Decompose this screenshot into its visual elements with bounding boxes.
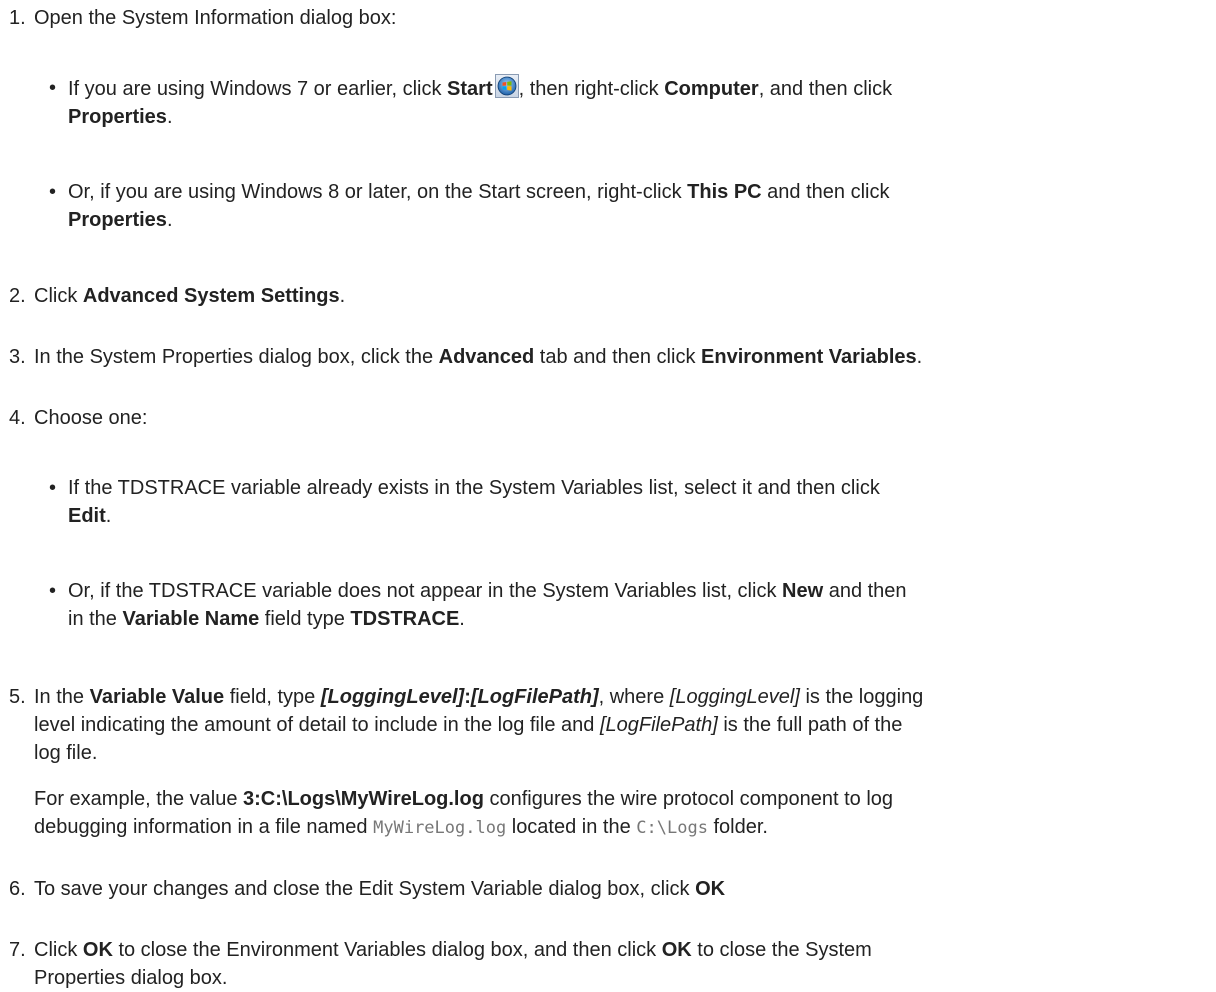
step-text: . bbox=[339, 285, 346, 307]
bullet-marker: • bbox=[49, 477, 57, 499]
step-number: 2. bbox=[9, 285, 26, 307]
bullet-text: If you are using Windows 7 or earlier, c… bbox=[68, 78, 448, 100]
bullet-text: and then click bbox=[761, 181, 890, 203]
advanced-system-settings-ui-term: Advanced System Settings bbox=[82, 285, 340, 307]
step-number: 7. bbox=[9, 939, 26, 961]
step-2: 2. Click Advanced System Settings. bbox=[9, 282, 1209, 310]
computer-ui-term: Computer bbox=[664, 78, 759, 100]
step-text: tab and then click bbox=[534, 346, 702, 368]
step-4: 4. Choose one: • If the TDSTRACE variabl… bbox=[9, 404, 1209, 633]
example-text: folder. bbox=[707, 816, 768, 838]
step-number: 4. bbox=[9, 407, 26, 429]
log-file-path-term: [LogFilePath] bbox=[599, 714, 718, 736]
example-text: configures the wire protocol component t… bbox=[483, 788, 894, 810]
bullet-text: , and then click bbox=[758, 78, 893, 100]
bullet-marker: • bbox=[49, 77, 57, 99]
new-ui-term: New bbox=[782, 580, 824, 602]
step-1: 1. Open the System Information dialog bo… bbox=[9, 4, 1209, 234]
variable-value-ui-term: Variable Value bbox=[89, 686, 225, 708]
step-text: Open the System Information dialog box: bbox=[34, 7, 397, 29]
example-text: debugging information in a file named bbox=[34, 816, 374, 838]
step-text: In the System Properties dialog box, cli… bbox=[34, 346, 439, 368]
bullet-text: , then right-click bbox=[518, 78, 665, 100]
example-value: 3:C:\Logs\MyWireLog.log bbox=[243, 788, 484, 810]
step-text: . bbox=[916, 346, 923, 368]
step-number: 6. bbox=[9, 878, 26, 900]
ok-ui-term: OK bbox=[82, 939, 113, 961]
bullet-list: • If you are using Windows 7 or earlier,… bbox=[34, 74, 1209, 234]
step-5: 5. In the Variable Value field, type [Lo… bbox=[9, 683, 1209, 842]
bullet-item-edit-existing: • If the TDSTRACE variable already exist… bbox=[34, 474, 1209, 530]
step-text: to close the Environment Variables dialo… bbox=[112, 939, 662, 961]
step-text: is the full path of the bbox=[717, 714, 903, 736]
edit-ui-term: Edit bbox=[68, 505, 106, 527]
windows-start-orb-icon bbox=[494, 74, 519, 98]
properties-ui-term: Properties bbox=[68, 209, 167, 231]
step-number: 1. bbox=[9, 7, 26, 29]
bullet-text: and then bbox=[823, 580, 907, 602]
step-text: Click bbox=[34, 939, 83, 961]
bullet-text: . bbox=[105, 505, 112, 527]
step-6: 6. To save your changes and close the Ed… bbox=[9, 875, 1209, 903]
step-text: to close the System bbox=[691, 939, 872, 961]
this-pc-ui-term: This PC bbox=[687, 181, 762, 203]
ok-ui-term: OK bbox=[695, 878, 726, 900]
step-3: 3. In the System Properties dialog box, … bbox=[9, 343, 1209, 371]
logging-level-placeholder: [LoggingLevel] bbox=[320, 686, 465, 708]
tdstrace-value: TDSTRACE bbox=[350, 608, 460, 630]
bullet-text: . bbox=[166, 209, 173, 231]
bullet-list: • If the TDSTRACE variable already exist… bbox=[34, 474, 1209, 633]
bullet-marker: • bbox=[49, 580, 57, 602]
bullet-text: Or, if the TDSTRACE variable does not ap… bbox=[68, 580, 783, 602]
step-number: 3. bbox=[9, 346, 26, 368]
separator-colon: : bbox=[464, 686, 471, 708]
bullet-text: Or, if you are using Windows 8 or later,… bbox=[68, 181, 688, 203]
step-text: log file. bbox=[34, 742, 98, 764]
step-text: Properties dialog box. bbox=[34, 967, 228, 989]
bullet-item-create-new: • Or, if the TDSTRACE variable does not … bbox=[34, 577, 1209, 633]
environment-variables-ui-term: Environment Variables bbox=[701, 346, 917, 368]
properties-ui-term: Properties bbox=[68, 106, 167, 128]
bullet-item-windows-8: • Or, if you are using Windows 8 or late… bbox=[34, 178, 1209, 234]
step-text: , where bbox=[598, 686, 670, 708]
bullet-item-windows-7: • If you are using Windows 7 or earlier,… bbox=[34, 74, 1209, 131]
steps-list: 1. Open the System Information dialog bo… bbox=[9, 4, 1209, 992]
instructions-document: 1. Open the System Information dialog bo… bbox=[0, 0, 1209, 992]
step-number: 5. bbox=[9, 686, 26, 708]
start-ui-term: Start bbox=[447, 78, 493, 100]
logging-level-term: [LoggingLevel] bbox=[669, 686, 800, 708]
step-text: Click bbox=[34, 285, 83, 307]
step-text: In the bbox=[34, 686, 90, 708]
bullet-text: . bbox=[459, 608, 465, 630]
bullet-text: . bbox=[166, 106, 173, 128]
step-7: 7. Click OK to close the Environment Var… bbox=[9, 936, 1209, 992]
step-text: level indicating the amount of detail to… bbox=[34, 714, 600, 736]
step-text: Choose one: bbox=[34, 407, 148, 429]
bullet-marker: • bbox=[49, 181, 57, 203]
bullet-text: If the TDSTRACE variable already exists … bbox=[68, 477, 880, 499]
bullet-text: field type bbox=[259, 608, 351, 630]
bullet-text: in the bbox=[68, 608, 123, 630]
log-file-path-placeholder: [LogFilePath] bbox=[470, 686, 599, 708]
variable-name-ui-term: Variable Name bbox=[122, 608, 260, 630]
advanced-tab-ui-term: Advanced bbox=[438, 346, 535, 368]
ok-ui-term: OK bbox=[661, 939, 692, 961]
step-text: To save your changes and close the Edit … bbox=[34, 878, 696, 900]
example-paragraph: For example, the value 3:C:\Logs\MyWireL… bbox=[34, 785, 1209, 842]
example-text: located in the bbox=[506, 816, 637, 838]
log-file-name-code: MyWireLog.log bbox=[373, 818, 507, 838]
log-folder-code: C:\Logs bbox=[636, 818, 708, 838]
step-text: is the logging bbox=[799, 686, 924, 708]
step-text: field, type bbox=[224, 686, 321, 708]
example-text: For example, the value bbox=[34, 788, 243, 810]
